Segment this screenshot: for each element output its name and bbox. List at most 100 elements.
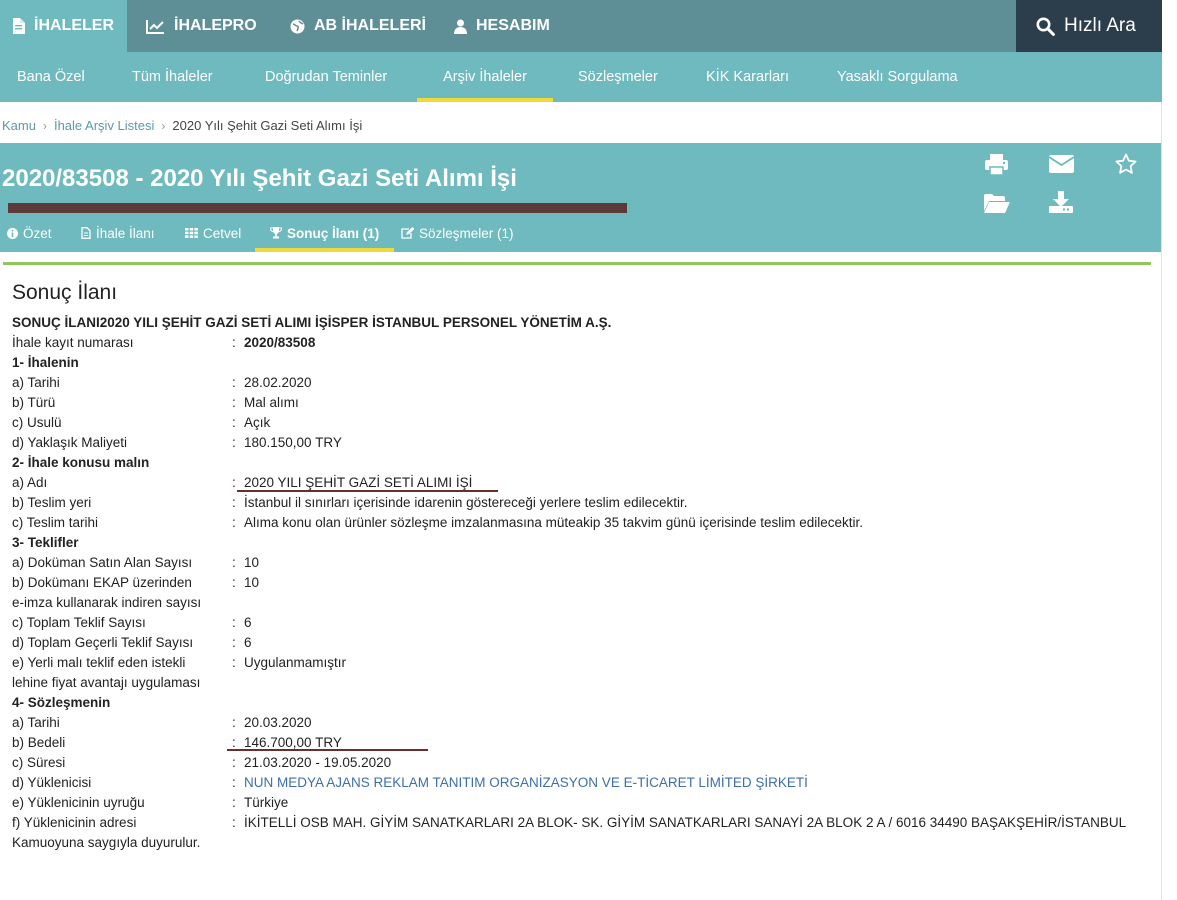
detail-label: b) Dokümanı EKAP üzerinden — [12, 575, 192, 590]
tab-sonuc-ilani-label: Sonuç İlanı (1) — [287, 225, 380, 241]
detail-label: lehine fiyat avantajı uygulaması — [12, 675, 201, 690]
tab-ozet-label: Özet — [23, 225, 52, 241]
tab-cetvel[interactable]: Cetvel — [185, 214, 241, 252]
detail-value: 2020/83508 — [244, 335, 316, 350]
subnav-kik-kararlari[interactable]: KİK Kararları — [706, 52, 789, 102]
subnav-bana-ozel[interactable]: Bana Özel — [17, 52, 85, 102]
subnav-sozlesmeler[interactable]: Sözleşmeler — [578, 52, 658, 102]
tab-ihale-ilani-label: İhale İlanı — [96, 225, 155, 241]
detail-label: f) Yüklenicinin adresi — [12, 815, 137, 830]
detail-row: b) Bedeli:146.700,00 TRY — [12, 733, 1152, 753]
tab-sozlesmeler[interactable]: Sözleşmeler (1) — [401, 214, 514, 252]
quick-search-button[interactable]: Hızlı Ara — [1016, 0, 1162, 52]
detail-colon: : — [232, 755, 236, 770]
detail-label: İhale kayıt numarası — [12, 335, 134, 350]
detail-label: 2- İhale konusu malın — [12, 455, 150, 470]
download-icon — [1049, 191, 1073, 213]
detail-value: 21.03.2020 - 19.05.2020 — [244, 755, 392, 770]
detail-label: e) Yerli malı teklif eden istekli — [12, 655, 186, 670]
top-navigation: İHALELER İHALEPRO AB İHALELERİ HESABIM H… — [0, 0, 1162, 52]
detail-colon: : — [232, 815, 236, 830]
download-button[interactable] — [1048, 190, 1074, 214]
star-icon — [1115, 153, 1137, 174]
detail-label: 4- Sözleşmenin — [12, 695, 111, 710]
sub-navigation: Bana Özel Tüm İhaleler Doğrudan Teminler… — [0, 52, 1162, 102]
tab-sonuc-ilani[interactable]: Sonuç İlanı (1) — [254, 214, 395, 252]
detail-row: d) Yaklaşık Maliyeti:180.150,00 TRY — [12, 433, 1152, 453]
detail-row: e) Yüklenicinin uyruğu: Türkiye — [12, 793, 1152, 813]
grid-icon — [185, 228, 198, 238]
detail-value: Alıma konu olan ürünler sözleşme imzalan… — [244, 515, 864, 530]
tab-ihale-ilani[interactable]: İhale İlanı — [81, 214, 155, 252]
detail-label: a) Doküman Satın Alan Sayısı — [12, 555, 193, 570]
email-button[interactable] — [1048, 154, 1074, 174]
favorite-button[interactable] — [1114, 152, 1138, 176]
detail-label: c) Süresi — [12, 755, 66, 770]
trophy-icon — [270, 227, 282, 239]
detail-colon: : — [232, 375, 236, 390]
quick-search-label: Hızlı Ara — [1064, 15, 1136, 36]
detail-colon: : — [232, 635, 236, 650]
detail-colon: : — [232, 515, 236, 530]
search-icon — [1036, 17, 1055, 36]
contractor-link[interactable]: NUN MEDYA AJANS REKLAM TANITIM ORGANİZAS… — [244, 773, 808, 793]
print-button[interactable] — [984, 153, 1008, 175]
detail-row: a) Tarihi:20.03.2020 — [12, 713, 1152, 733]
detail-value: 10 — [244, 555, 260, 570]
subnav-arsiv-ihaleler[interactable]: Arşiv İhaleler — [417, 52, 553, 102]
detail-label: c) Teslim tarihi — [12, 515, 99, 530]
top-nav-ihaleler[interactable]: İHALELER — [0, 0, 127, 52]
detail-colon: : — [232, 395, 236, 410]
detail-value: 6 — [244, 615, 252, 630]
detail-colon: : — [232, 475, 236, 490]
detail-label: c) Toplam Teklif Sayısı — [12, 615, 146, 630]
detail-row: d) Yüklenicisi: NUN MEDYA AJANS REKLAM TA… — [12, 773, 1152, 793]
open-folder-button[interactable] — [983, 192, 1010, 214]
detail-row: c) Usulü: Açık — [12, 413, 1152, 433]
detail-colon: : — [232, 335, 236, 350]
detail-value: 28.02.2020 — [244, 375, 312, 390]
top-nav-ihalepro[interactable]: İHALEPRO — [146, 0, 257, 52]
detail-row: c) Toplam Teklif Sayısı:6 — [12, 613, 1152, 633]
title-annotation-mark — [8, 203, 627, 213]
detail-value: İKİTELLİ OSB MAH. GİYİM SANATKARLARI 2A … — [244, 815, 1127, 830]
detail-colon: : — [232, 655, 236, 670]
subnav-dogrudan-teminler[interactable]: Doğrudan Teminler — [265, 52, 387, 102]
content-border — [1161, 102, 1162, 900]
detail-colon: : — [232, 795, 236, 810]
detail-label: d) Yaklaşık Maliyeti — [12, 435, 128, 450]
breadcrumb-current: 2020 Yılı Şehit Gazi Seti Alımı İşi — [172, 118, 363, 133]
detail-label: d) Yüklenicisi — [12, 775, 92, 790]
breadcrumb-kamu[interactable]: Kamu — [2, 118, 36, 133]
annotation-underline — [227, 749, 428, 751]
breadcrumb-ihale-arsiv-listesi[interactable]: İhale Arşiv Listesi — [54, 118, 154, 133]
detail-label: a) Tarihi — [12, 375, 60, 390]
tab-ozet[interactable]: Özet — [7, 214, 52, 252]
detail-colon: : — [232, 615, 236, 630]
envelope-icon — [1048, 155, 1074, 173]
section-heading: Sonuç İlanı — [12, 281, 118, 304]
document-icon — [13, 18, 25, 34]
result-details: İhale kayıt numarası:2020/83508 1- İhalen… — [12, 333, 1152, 833]
section-row: 4- Sözleşmenin — [12, 693, 1152, 713]
info-icon — [7, 227, 18, 239]
detail-colon: : — [232, 575, 236, 590]
subnav-yasakli-sorgulama[interactable]: Yasaklı Sorgulama — [837, 52, 958, 102]
detail-row: c) Teslim tarihi: Alıma konu olan ürünler… — [12, 513, 1152, 533]
top-nav-ab-ihaleleri[interactable]: AB İHALELERİ — [290, 0, 426, 52]
detail-value: 10 — [244, 575, 260, 590]
detail-label: e-imza kullanarak indiren sayısı — [12, 595, 202, 610]
detail-row: a) Adı:2020 YILI ŞEHİT GAZİ SETİ ALIMI İ… — [12, 473, 1152, 493]
detail-label: a) Adı — [12, 475, 48, 490]
detail-row: İhale kayıt numarası:2020/83508 — [12, 333, 1152, 353]
detail-colon: : — [232, 415, 236, 430]
detail-label: 1- İhalenin — [12, 355, 79, 370]
detail-row: lehine fiyat avantajı uygulaması — [12, 673, 1152, 693]
detail-value: Uygulanmamıştır — [244, 655, 347, 670]
top-nav-hesabim[interactable]: HESABIM — [454, 0, 550, 52]
subnav-tum-ihaleler[interactable]: Tüm İhaleler — [132, 52, 213, 102]
top-nav-ihalepro-label: İHALEPRO — [174, 17, 257, 34]
detail-row: d) Toplam Geçerli Teklif Sayısı:6 — [12, 633, 1152, 653]
detail-label: b) Türü — [12, 395, 56, 410]
breadcrumb-separator-icon: › — [161, 118, 166, 133]
